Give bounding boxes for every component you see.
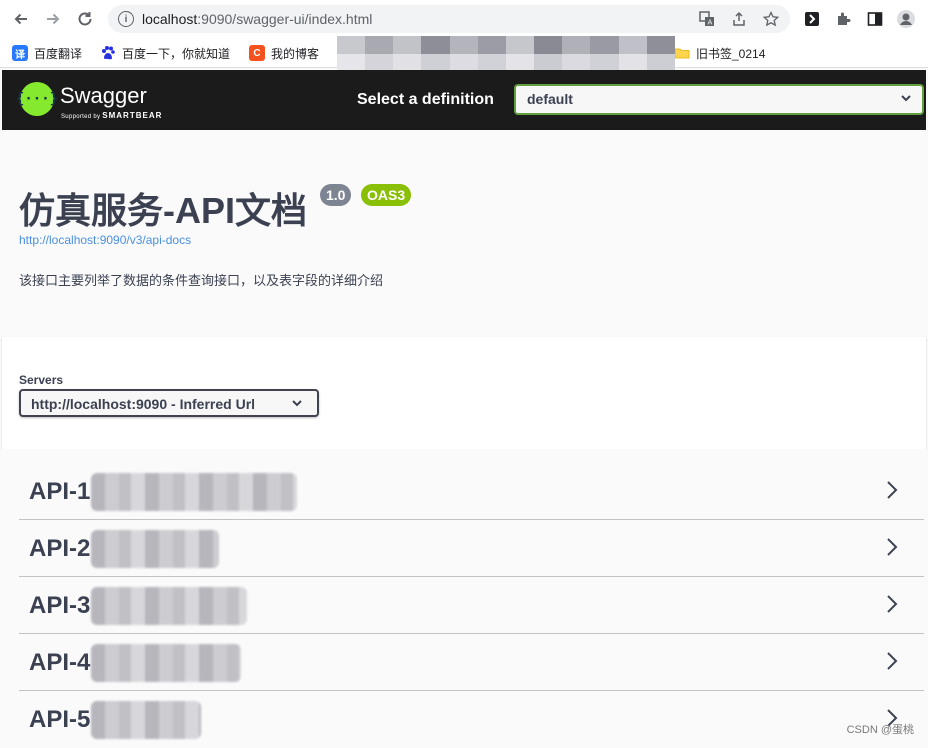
servers-select-value: http://localhost:9090 - Inferred Url [31,396,255,412]
bookmark-label: 旧书签_0214 [696,45,765,62]
folder-icon [674,45,690,61]
site-info-icon[interactable]: i [118,11,134,27]
bookmark-baidu-translate[interactable]: 译 百度翻译 [12,44,82,62]
tag-list: API-1 API-2 API-3 API-4 API-5 [2,449,926,745]
api-info: 仿真服务-API文档 1.0 OAS3 http://localhost:909… [2,130,926,337]
address-bar[interactable]: i localhost:9090/swagger-ui/index.html A [108,5,790,33]
definition-label: Select a definition [357,91,494,109]
profile-avatar-icon[interactable] [896,9,916,29]
translate-icon: 译 [12,45,28,61]
extension-arrow-icon[interactable] [802,9,822,29]
translate-page-icon[interactable]: A [698,10,716,28]
redaction-blur [91,473,297,511]
redaction-blur [91,644,241,682]
browser-toolbar: i localhost:9090/swagger-ui/index.html A [0,0,928,38]
chevron-down-icon [291,397,303,412]
chevron-right-icon[interactable] [886,480,898,500]
servers-label: Servers [19,373,63,387]
tag-name: API-1 [29,478,90,506]
tag-name: API-4 [29,649,90,677]
svg-text:A: A [708,19,713,27]
tag-row-api-4[interactable]: API-4 [19,634,924,691]
api-title: 仿真服务-API文档 [19,182,307,234]
tag-row-api-2[interactable]: API-2 [19,520,924,577]
bookmark-baidu[interactable]: 百度一下，你就知道 [100,44,230,62]
tag-name: API-5 [29,706,90,734]
tag-row-api-1[interactable]: API-1 [19,463,924,520]
extensions-puzzle-icon[interactable] [834,9,854,29]
bookmark-old-folder[interactable]: 旧书签_0214 [674,44,765,62]
tag-name: API-3 [29,592,90,620]
redaction-blur [91,530,219,568]
servers-section: Servers http://localhost:9090 - Inferred… [2,337,926,449]
swagger-logo-icon[interactable]: {···} [20,82,54,116]
swagger-brand[interactable]: Swagger [60,83,147,109]
servers-select[interactable]: http://localhost:9090 - Inferred Url [19,389,319,417]
api-description: 该接口主要列举了数据的条件查询接口，以及表字段的详细介绍 [19,270,383,289]
redaction-mosaic [337,36,675,72]
chevron-right-icon[interactable] [886,594,898,614]
reload-icon[interactable] [74,8,96,30]
bookmark-label: 我的博客 [271,45,319,62]
api-docs-link[interactable]: http://localhost:9090/v3/api-docs [19,233,191,247]
redaction-blur [91,701,201,739]
chevron-right-icon[interactable] [886,651,898,671]
definition-select[interactable]: default [514,84,924,115]
address-url[interactable]: localhost:9090/swagger-ui/index.html [142,11,372,27]
bookmark-star-icon[interactable] [762,10,780,28]
chevron-down-icon [900,92,912,107]
bookmark-my-blog[interactable]: C 我的博客 [249,44,319,62]
chevron-right-icon[interactable] [886,537,898,557]
tag-row-api-3[interactable]: API-3 [19,577,924,634]
swagger-brand-sub: Supported by SMARTBEAR [61,111,162,120]
version-badge: 1.0 [320,184,351,206]
redaction-blur [91,587,247,625]
tag-name: API-2 [29,535,90,563]
oas-badge: OAS3 [361,184,411,206]
tag-row-api-5[interactable]: API-5 [19,691,924,748]
paw-icon [100,45,116,61]
bookmark-label: 百度翻译 [34,45,82,62]
back-icon[interactable] [10,8,32,30]
share-icon[interactable] [730,10,748,28]
watermark: CSDN @蛋桃 [847,721,914,737]
side-panel-icon[interactable] [865,9,885,29]
swagger-topbar: {···} Swagger Supported by SMARTBEAR Sel… [2,70,926,130]
forward-icon[interactable] [42,8,64,30]
definition-select-value: default [527,91,573,107]
blog-c-icon: C [249,45,265,61]
bookmark-label: 百度一下，你就知道 [122,45,230,62]
